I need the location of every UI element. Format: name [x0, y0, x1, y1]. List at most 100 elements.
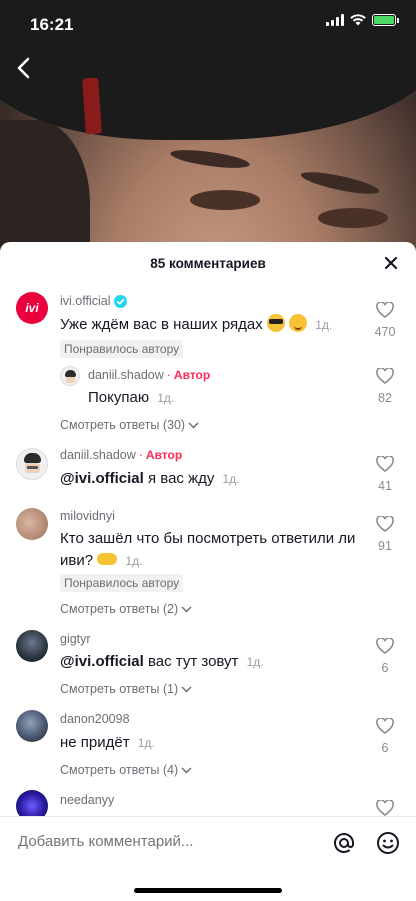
comments-count-title: 85 комментариев — [150, 256, 266, 271]
avatar[interactable] — [16, 448, 48, 480]
view-replies-button[interactable]: Смотреть ответы (4) — [60, 763, 192, 777]
like-button[interactable]: 82 — [370, 367, 400, 405]
comment-text[interactable]: Кто зашёл что бы посмотреть ответили ли … — [60, 528, 355, 572]
comments-list[interactable]: ivi ivi.official Уже ждём вас в наших ря… — [0, 286, 416, 816]
status-icons — [326, 14, 399, 26]
like-count: 41 — [378, 479, 392, 493]
view-replies-label[interactable]: Смотреть ответы (1) — [60, 682, 178, 696]
reply-date: 1д. — [157, 391, 175, 405]
heart-icon[interactable] — [376, 301, 394, 318]
username-text[interactable]: daniil.shadow — [60, 448, 136, 462]
username-text[interactable]: daniil.shadow — [88, 368, 164, 382]
smiling-emoji-icon — [289, 314, 308, 332]
comment-body: я вас жду — [147, 470, 215, 487]
comment-text[interactable]: @ivi.official вас тут зовут 1д. — [60, 651, 264, 673]
emoji-icon[interactable] — [376, 831, 400, 855]
video-hair — [0, 120, 90, 260]
username-text[interactable]: milovidnyi — [60, 509, 115, 523]
avatar[interactable] — [16, 630, 48, 662]
comment-username[interactable]: gigtyr — [60, 632, 91, 646]
signal-icon — [326, 14, 344, 26]
chevron-down-icon — [181, 605, 192, 613]
heart-icon[interactable] — [376, 799, 394, 816]
back-arrow-icon[interactable] — [14, 56, 34, 80]
comment-body: не придёт — [60, 734, 130, 751]
video-brow — [299, 167, 381, 199]
status-bar: 16:21 — [0, 0, 416, 46]
avatar[interactable] — [16, 790, 48, 816]
avatar[interactable] — [16, 508, 48, 540]
comment-body: вас тут зовут — [147, 653, 239, 670]
view-replies-label[interactable]: Смотреть ответы (4) — [60, 763, 178, 777]
video-eye — [190, 190, 260, 210]
comment-date: 1д. — [315, 318, 333, 332]
author-badge: Автор — [173, 368, 211, 382]
view-replies-button[interactable]: Смотреть ответы (30) — [60, 418, 199, 432]
comments-sheet: 85 комментариев ivi ivi.official Уже ждё… — [0, 242, 416, 900]
heart-icon[interactable] — [376, 455, 394, 472]
mention-link[interactable]: @ivi.official — [60, 653, 144, 670]
username-text[interactable]: gigtyr — [60, 632, 91, 646]
username-text[interactable]: needanyy — [60, 793, 114, 807]
avatar[interactable] — [16, 710, 48, 742]
chevron-down-icon — [181, 685, 192, 693]
heart-icon[interactable] — [376, 717, 394, 734]
like-count: 6 — [381, 661, 389, 675]
view-replies-label[interactable]: Смотреть ответы (2) — [60, 602, 178, 616]
like-count: 470 — [374, 325, 396, 339]
comment-text[interactable]: @ivi.official я вас жду 1д. — [60, 468, 240, 490]
chevron-down-icon — [188, 421, 199, 429]
comment-composer — [0, 816, 416, 901]
like-count: 82 — [378, 391, 392, 405]
sheet-header: 85 комментариев — [0, 242, 416, 286]
reply-username[interactable]: daniil.shadow · Автор — [88, 368, 210, 382]
add-comment-input[interactable] — [18, 833, 298, 850]
view-replies-button[interactable]: Смотреть ответы (2) — [60, 602, 192, 616]
ivi-logo-text: ivi — [25, 301, 39, 315]
like-button[interactable]: 470 — [370, 301, 400, 339]
chevron-down-icon — [181, 766, 192, 774]
like-button[interactable]: 6 — [370, 637, 400, 675]
author-badge: Автор — [145, 448, 183, 462]
heart-icon[interactable] — [376, 515, 394, 532]
like-button[interactable]: 91 — [370, 515, 400, 553]
comment-body-line: Кто зашёл что бы посмотреть ответили ли — [60, 530, 356, 547]
username-text[interactable]: danon20098 — [60, 712, 130, 726]
at-icon[interactable] — [332, 831, 356, 855]
comment-body: Уже ждём вас в наших рядах — [60, 316, 263, 333]
comment-body-line: иви? — [60, 552, 94, 569]
heart-icon[interactable] — [376, 637, 394, 654]
like-button[interactable]: 6 — [370, 717, 400, 755]
comment-date: 1д. — [246, 655, 264, 669]
reply-body: Покупаю — [88, 389, 150, 406]
like-button[interactable] — [370, 799, 400, 816]
avatar[interactable] — [60, 366, 80, 386]
comment-date: 1д. — [222, 472, 240, 486]
like-button[interactable]: 41 — [370, 455, 400, 493]
comment-username[interactable]: milovidnyi — [60, 509, 115, 523]
comment-username[interactable]: needanyy — [60, 793, 114, 807]
video-brow — [169, 146, 251, 172]
video-eye — [318, 208, 388, 228]
comment-text[interactable]: не придёт 1д. — [60, 732, 155, 754]
comment-date: 1д. — [137, 736, 155, 750]
reply-text[interactable]: Покупаю 1д. — [88, 387, 174, 409]
close-icon[interactable] — [382, 254, 400, 272]
heart-icon[interactable] — [376, 367, 394, 384]
home-indicator — [134, 888, 282, 893]
username-text[interactable]: ivi.official — [60, 294, 110, 308]
view-replies-button[interactable]: Смотреть ответы (1) — [60, 682, 192, 696]
avatar[interactable]: ivi — [16, 292, 48, 324]
like-count: 6 — [381, 741, 389, 755]
comment-username[interactable]: ivi.official — [60, 294, 128, 308]
comment-text[interactable]: Уже ждём вас в наших рядах 1д. — [60, 314, 332, 336]
wifi-icon — [350, 14, 366, 26]
pointing-hand-emoji-icon — [97, 553, 118, 565]
like-count: 91 — [378, 539, 392, 553]
liked-by-author-badge: Понравилось автору — [60, 340, 184, 358]
comment-username[interactable]: daniil.shadow · Автор — [60, 448, 182, 462]
mention-link[interactable]: @ivi.official — [60, 470, 144, 487]
view-replies-label[interactable]: Смотреть ответы (30) — [60, 418, 185, 432]
comment-username[interactable]: danon20098 — [60, 712, 130, 726]
status-time: 16:21 — [30, 15, 74, 34]
